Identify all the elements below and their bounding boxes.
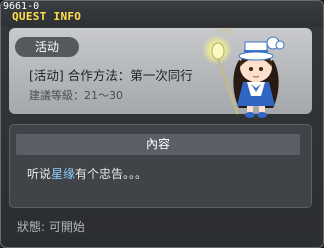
content-text-after: 有个忠告。。。 [75,167,148,181]
quest-category-tag: 活动 [15,37,79,57]
content-header: 內容 [16,134,300,155]
content-highlight-npc-name[interactable]: 星缘 [51,167,75,181]
quest-name: [活动] 合作方法：第一次同行 [29,68,193,83]
quest-status: 狀態: 可開始 [17,220,85,234]
npc-maid-with-lantern-icon [202,28,285,118]
content-text: 听说星缘有个忠告。。。 [27,166,147,182]
content-text-before: 听说 [27,167,52,181]
recommended-level: 建議等級：21～30 [29,89,123,102]
window-title: QUEST INFO [12,10,82,23]
